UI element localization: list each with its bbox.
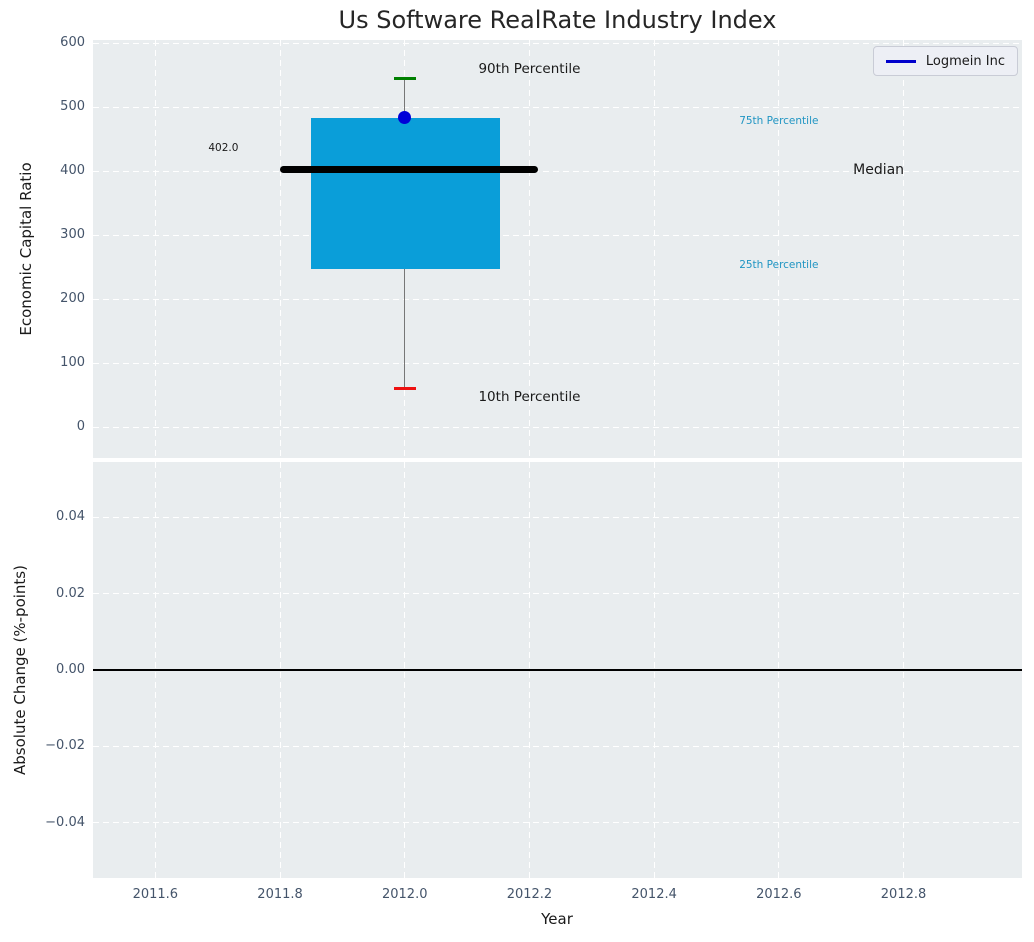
gridline-x [653, 40, 655, 458]
annotation: 90th Percentile [478, 60, 581, 77]
y-tick-label: 600 [60, 35, 85, 51]
gridline-y [93, 593, 1022, 595]
x-tick-label: 2012.0 [381, 887, 428, 902]
legend-line-icon [885, 59, 916, 63]
y-tick-label: 100 [60, 355, 85, 371]
gridline-y [93, 106, 1022, 108]
y-tick-label: 0 [76, 419, 85, 435]
annotation: 25th Percentile [739, 258, 819, 271]
gridline-y [93, 362, 1022, 364]
gridline-y [93, 298, 1022, 300]
y-axis-label-top: Economic Capital Ratio [17, 162, 35, 336]
iqr-box [311, 118, 501, 269]
top-axes-boxplot: 90th Percentile 75th Percentile Median 25th… [93, 40, 1022, 458]
gridline-y [93, 822, 1022, 824]
cap-90th-percentile [393, 76, 416, 80]
gridline-y [93, 745, 1022, 747]
annotation: 10th Percentile [478, 388, 581, 405]
x-tick-label: 2012.4 [631, 887, 677, 902]
gridline-x [903, 40, 905, 458]
gridline-y [93, 234, 1022, 236]
gridline-y [93, 516, 1022, 518]
gridline-x [778, 40, 780, 458]
x-axis-label: Year [541, 910, 573, 928]
annotation: Median [853, 161, 905, 178]
x-tick-label: 2012.8 [880, 887, 927, 902]
median-line [280, 166, 538, 174]
gridline-x [154, 40, 156, 458]
y-tick-label: −0.04 [45, 814, 85, 830]
annotation: 75th Percentile [739, 115, 819, 128]
figure: Us Software RealRate Industry Index 90th… [0, 0, 1034, 942]
x-tick-label: 2011.6 [132, 887, 179, 902]
legend-label: Logmein Inc [925, 53, 1005, 69]
y-tick-label: 0.00 [56, 662, 85, 677]
y-tick-label: 500 [60, 99, 85, 115]
y-axis-label-bottom: Absolute Change (%-points) [11, 565, 29, 775]
y-tick-label: 300 [60, 227, 85, 243]
y-tick-label: 0.02 [56, 585, 85, 601]
x-tick-label: 2012.6 [756, 887, 802, 902]
x-tick-label: 2011.8 [257, 887, 303, 902]
y-tick-label: 400 [60, 163, 85, 179]
y-tick-label: 0.04 [56, 509, 85, 525]
gridline-y [93, 42, 1022, 44]
y-tick-label: 200 [60, 291, 85, 307]
chart-title: Us Software RealRate Industry Index [338, 6, 777, 34]
annotation: 402.0 [208, 141, 239, 154]
x-tick-label: 2012.2 [506, 887, 553, 902]
bottom-axes-change [93, 462, 1022, 878]
y-tick-label: −0.02 [45, 738, 85, 754]
legend: Logmein Inc [872, 46, 1018, 76]
gridline-x [279, 40, 281, 458]
gridline-y [93, 426, 1022, 428]
cap-10th-percentile [393, 387, 416, 391]
zero-line [93, 669, 1022, 671]
